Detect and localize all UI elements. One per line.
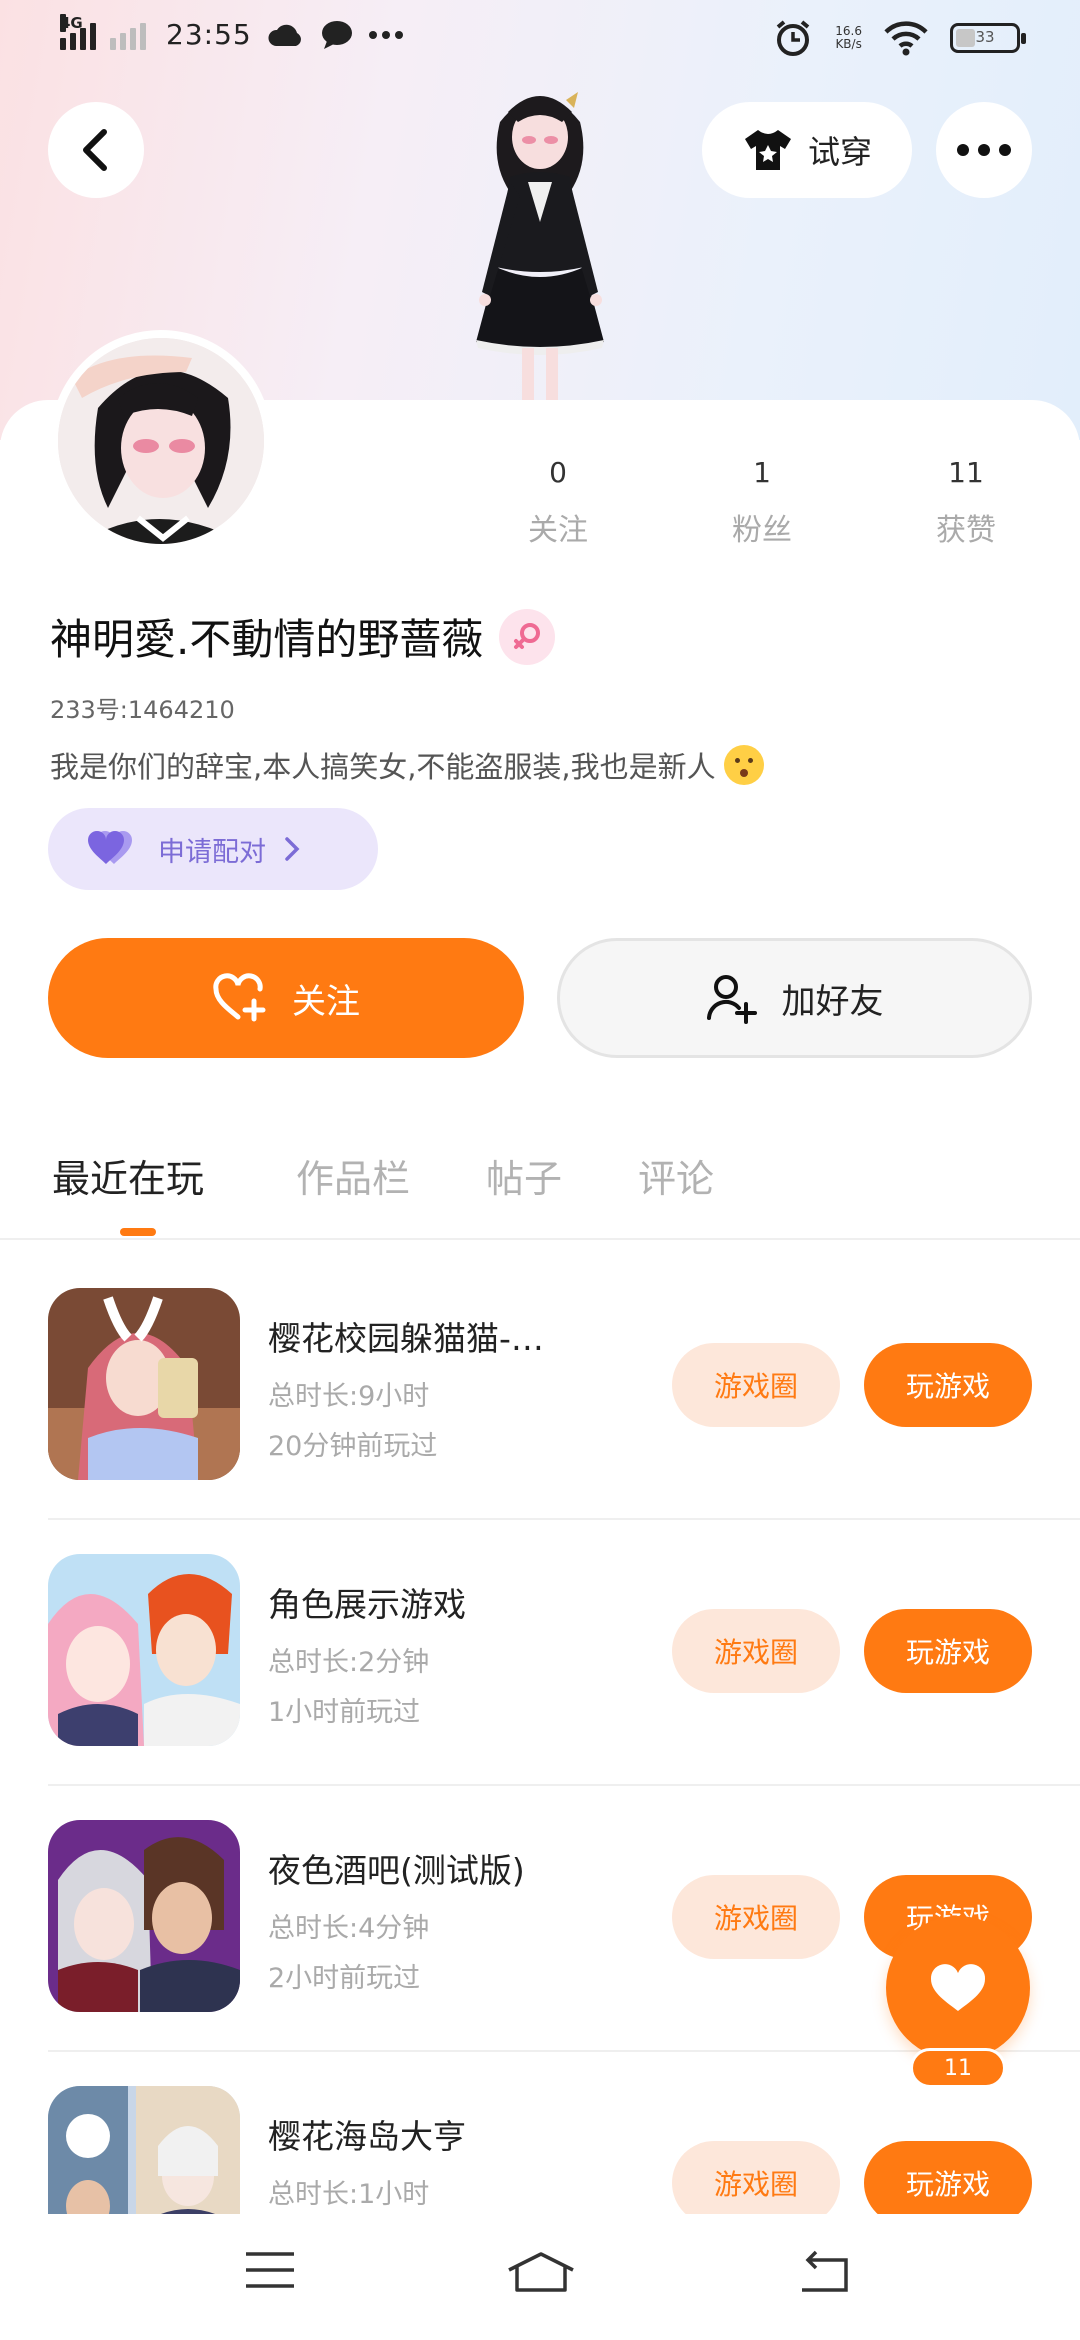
- menu-button[interactable]: [244, 2250, 296, 2294]
- game-circle-button[interactable]: 游戏圈: [672, 1609, 840, 1693]
- kissing-emoji-icon: [723, 745, 764, 785]
- alarm-icon: [777, 20, 810, 56]
- status-time: 23:55: [166, 18, 252, 51]
- add-friend-button[interactable]: 加好友: [557, 938, 1032, 1058]
- game-title: 樱花海岛大亨: [268, 2117, 466, 2156]
- add-friend-label: 加好友: [781, 981, 884, 1022]
- play-game-button[interactable]: 玩游戏: [864, 1609, 1032, 1693]
- game-icon: [48, 2086, 240, 2214]
- like-count-badge: 11: [910, 2048, 1006, 2088]
- game-title: 夜色酒吧(测试版): [268, 1851, 525, 1890]
- stat-value: 0: [549, 456, 567, 489]
- tab-comments[interactable]: 评论: [638, 1148, 714, 1203]
- game-icon: [48, 1820, 240, 2012]
- request-pair-label: 申请配对: [158, 836, 266, 868]
- heart-plus-icon: [213, 973, 266, 1022]
- follow-label: 关注: [292, 981, 360, 1022]
- stat-label: 关注: [528, 513, 588, 548]
- profile-name: 神明愛.不動情的野蔷薇: [50, 615, 484, 664]
- last-played: 1小时前玩过: [268, 1697, 421, 1728]
- home-button[interactable]: [505, 2250, 577, 2298]
- tshirt-icon: [744, 130, 791, 170]
- tab-recently-played[interactable]: 最近在玩: [52, 1148, 204, 1203]
- divider: [48, 1518, 1080, 1520]
- speed-unit: KB/s: [835, 37, 862, 51]
- bio-text: 我是你们的辞宝,本人搞笑女,不能盗服装,我也是新人: [50, 750, 716, 784]
- try-on-button[interactable]: 试穿: [702, 102, 912, 198]
- list-item[interactable]: 樱花校园躲猫猫-… 总时长:9小时 20分钟前玩过 游戏圈 玩游戏: [0, 1288, 1080, 1554]
- last-played: 2小时前玩过: [268, 1963, 421, 1994]
- list-item[interactable]: 樱花海岛大亨 总时长:1小时 游戏圈 玩游戏: [0, 2086, 1080, 2214]
- wifi-icon: [884, 21, 928, 56]
- stat-likes[interactable]: 11 获赞: [906, 456, 1026, 549]
- play-duration: 总时长:4分钟: [268, 1913, 430, 1944]
- avatar-image: [58, 338, 264, 544]
- system-nav-bar: [0, 2214, 1080, 2340]
- stat-value: 1: [753, 456, 771, 489]
- status-bar: 4G 23:55 16.6 KB/s 33: [0, 0, 1080, 84]
- game-circle-button[interactable]: 游戏圈: [672, 2141, 840, 2214]
- play-duration: 总时长:9小时: [268, 1381, 430, 1412]
- play-game-button[interactable]: 玩游戏: [864, 1343, 1032, 1427]
- more-button[interactable]: [936, 102, 1032, 198]
- stat-followers[interactable]: 1 粉丝: [702, 456, 822, 549]
- list-item[interactable]: 角色展示游戏 总时长:2分钟 1小时前玩过 游戏圈 玩游戏: [0, 1554, 1080, 1820]
- tab-posts[interactable]: 帖子: [486, 1148, 562, 1203]
- user-id: 233号:1464210: [50, 696, 235, 724]
- battery-icon: 33: [950, 23, 1026, 53]
- menu-icon: [246, 2252, 294, 2288]
- game-icon: [48, 1554, 240, 1746]
- more-dots-icon: [368, 30, 403, 39]
- request-pair-button[interactable]: 申请配对: [48, 808, 378, 890]
- return-icon: [802, 2250, 848, 2292]
- network-speed: 16.6 KB/s: [835, 25, 862, 51]
- network-type: 4G: [60, 13, 83, 32]
- back-icon: [83, 129, 107, 171]
- play-duration: 总时长:1小时: [268, 2179, 430, 2210]
- chat-icon: [321, 20, 352, 49]
- follow-button[interactable]: 关注: [48, 938, 524, 1058]
- back-button[interactable]: [48, 102, 144, 198]
- avatar-full-body: [476, 92, 604, 404]
- female-icon: [499, 608, 556, 665]
- return-button[interactable]: [796, 2250, 852, 2298]
- divider: [48, 1784, 1080, 1786]
- signal-icon: 4G: [60, 13, 96, 50]
- chevron-right-icon: [285, 837, 300, 861]
- like-fab-button[interactable]: [886, 1916, 1030, 2060]
- play-duration: 总时长:2分钟: [268, 1647, 430, 1678]
- stat-label: 获赞: [936, 513, 996, 548]
- bio: 我是你们的辞宝,本人搞笑女,不能盗服装,我也是新人: [50, 744, 764, 786]
- signal-2-icon: [110, 20, 146, 50]
- game-circle-button[interactable]: 游戏圈: [672, 1875, 840, 1959]
- stat-value: 11: [948, 456, 984, 489]
- more-icon: [957, 144, 1011, 156]
- person-plus-icon: [706, 975, 757, 1024]
- tab-indicator: [120, 1228, 156, 1236]
- cloud-icon: [268, 24, 301, 46]
- game-circle-button[interactable]: 游戏圈: [672, 1343, 840, 1427]
- play-game-button[interactable]: 玩游戏: [864, 2141, 1032, 2214]
- home-icon: [508, 2252, 574, 2292]
- battery-percent: 33: [975, 28, 995, 46]
- game-title: 角色展示游戏: [268, 1585, 466, 1624]
- game-icon: [48, 1288, 240, 1480]
- double-heart-icon: [88, 831, 132, 864]
- game-title: 樱花校园躲猫猫-…: [268, 1319, 544, 1358]
- stat-label: 粉丝: [732, 513, 792, 548]
- avatar[interactable]: [50, 330, 272, 552]
- tab-works[interactable]: 作品栏: [296, 1148, 410, 1203]
- name-row: 神明愛.不動情的野蔷薇: [50, 606, 556, 667]
- last-played: 20分钟前玩过: [268, 1431, 438, 1462]
- profile-tabs: 最近在玩 作品栏 帖子 评论: [0, 1140, 1080, 1240]
- stat-following[interactable]: 0 关注: [498, 456, 618, 549]
- heart-icon: [930, 1964, 986, 2011]
- try-on-label: 试穿: [807, 133, 872, 171]
